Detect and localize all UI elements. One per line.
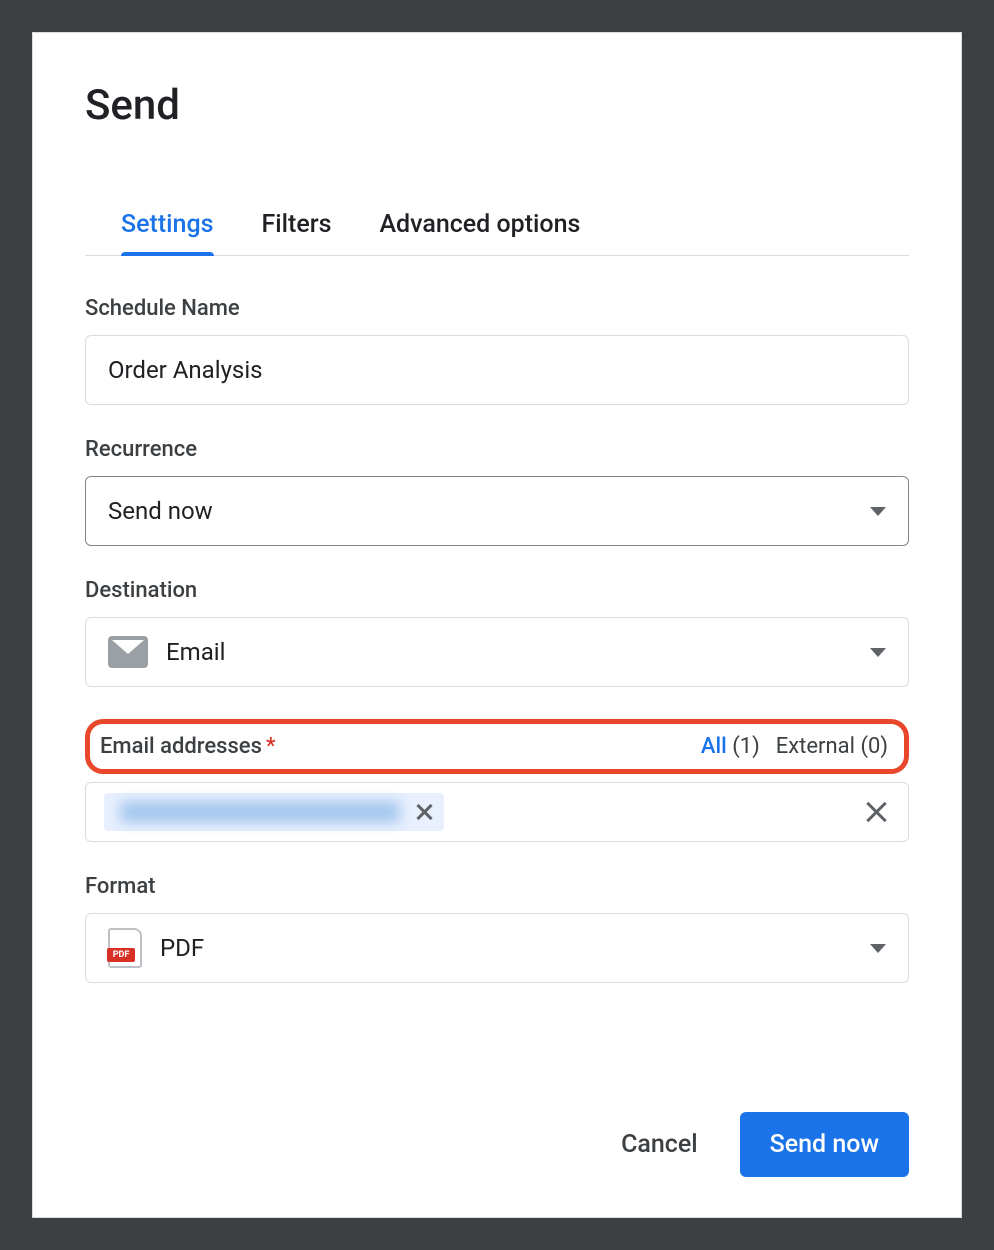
email-filter-external[interactable]: External (0) xyxy=(776,734,888,759)
destination-label: Destination xyxy=(85,578,909,603)
clear-all-icon[interactable] xyxy=(864,799,890,825)
email-filter-toggle: All (1) External (0) xyxy=(701,734,888,759)
schedule-name-input[interactable] xyxy=(85,335,909,405)
required-asterisk: * xyxy=(266,734,276,759)
email-addresses-input[interactable] xyxy=(85,782,909,842)
destination-value: Email xyxy=(166,638,225,666)
pdf-icon xyxy=(108,928,142,968)
format-field: Format PDF xyxy=(85,874,909,983)
format-select[interactable]: PDF xyxy=(85,913,909,983)
email-chip xyxy=(104,793,444,831)
chevron-down-icon xyxy=(870,944,886,953)
dialog-title: Send xyxy=(85,81,909,130)
tab-advanced-options[interactable]: Advanced options xyxy=(379,210,580,255)
destination-select[interactable]: Email xyxy=(85,617,909,687)
schedule-name-label: Schedule Name xyxy=(85,296,909,321)
tab-bar: Settings Filters Advanced options xyxy=(85,210,909,256)
schedule-name-field: Schedule Name xyxy=(85,296,909,405)
redacted-email-text xyxy=(120,801,400,823)
format-value: PDF xyxy=(160,934,204,962)
recurrence-select[interactable]: Send now xyxy=(85,476,909,546)
format-label: Format xyxy=(85,874,909,899)
dialog-footer: Cancel Send now xyxy=(85,1072,909,1177)
recurrence-value: Send now xyxy=(108,497,213,525)
chevron-down-icon xyxy=(870,648,886,657)
chevron-down-icon xyxy=(870,507,886,516)
tab-filters[interactable]: Filters xyxy=(262,210,332,255)
email-addresses-highlight: Email addresses * All (1) External (0) xyxy=(85,719,909,774)
send-now-button[interactable]: Send now xyxy=(740,1112,909,1177)
cancel-button[interactable]: Cancel xyxy=(615,1129,704,1160)
tab-settings[interactable]: Settings xyxy=(121,210,214,255)
recurrence-field: Recurrence Send now xyxy=(85,437,909,546)
recurrence-label: Recurrence xyxy=(85,437,909,462)
send-dialog: Send Settings Filters Advanced options S… xyxy=(32,32,962,1218)
destination-field: Destination Email xyxy=(85,578,909,687)
email-icon xyxy=(108,636,148,668)
email-filter-all[interactable]: All (1) xyxy=(701,734,760,759)
remove-chip-icon[interactable] xyxy=(414,802,434,822)
email-addresses-label: Email addresses xyxy=(100,734,262,759)
